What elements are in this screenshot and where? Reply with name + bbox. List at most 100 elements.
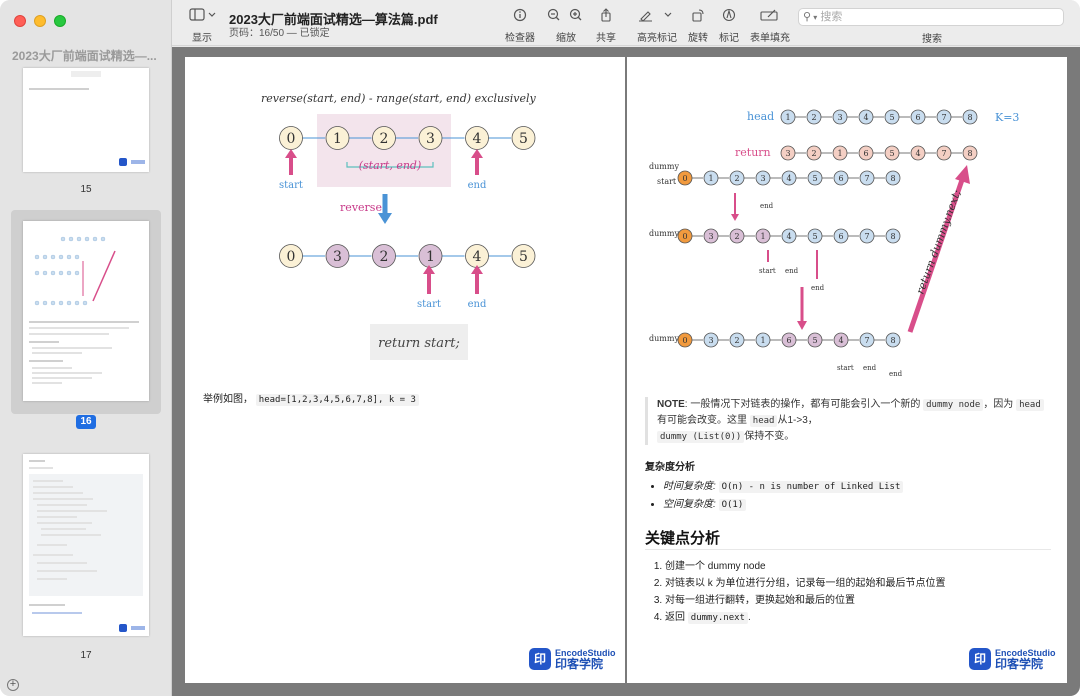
node-value: 4	[786, 174, 791, 183]
row-2: 0 3 2 1 4 5 6 7 8	[677, 228, 901, 244]
end-label-3r: end	[811, 284, 825, 292]
list-item: 空间复杂度: O(1)	[663, 496, 903, 514]
node-value: 3	[708, 232, 713, 241]
list-item: 返回 dummy.next.	[665, 609, 946, 627]
key-points-title: 关键点分析	[645, 530, 721, 547]
node-value: 2	[734, 336, 739, 345]
node-value: 5	[812, 174, 817, 183]
inspector-button[interactable]: 检查器	[505, 8, 535, 44]
thumbnail-page-16[interactable]	[23, 221, 149, 401]
thumbnail-sidebar: 2023大厂前端面试精选—... 15 16 17 +	[0, 0, 172, 696]
rotate-button[interactable]: 旋转	[688, 8, 708, 44]
head-label: head	[747, 110, 774, 123]
bottom-list: 0 3 2 1 4 5	[279, 244, 536, 268]
node-value: 4	[915, 149, 920, 158]
range-highlight	[317, 114, 451, 187]
example-line: 举例如图， head=[1,2,3,4,5,6,7,8], k = 3	[203, 392, 419, 408]
divider	[645, 549, 1051, 550]
key-points-list: 创建一个 dummy node 对链表以 k 为单位进行分组，记录每一组的起始和…	[649, 558, 946, 627]
thumbnail-diagram	[34, 236, 116, 306]
node-value: 5	[889, 149, 894, 158]
close-button[interactable]	[14, 15, 26, 27]
node-value: 7	[864, 232, 869, 241]
node-value: 1	[426, 249, 435, 265]
maximize-button[interactable]	[54, 15, 66, 27]
node-value: 5	[519, 249, 528, 265]
start-label-2r: start	[759, 267, 776, 275]
node-value: 3	[837, 113, 842, 122]
node-value: 8	[890, 174, 895, 183]
start-label-1: start	[657, 177, 677, 186]
node-value: 0	[682, 232, 687, 241]
node-value: 7	[941, 149, 946, 158]
pen-icon	[639, 11, 652, 22]
node-value: 2	[380, 131, 389, 147]
node-value: 3	[333, 249, 342, 265]
document-subtitle: 页码：16/50 — 已锁定	[229, 28, 330, 39]
node-value: 6	[786, 336, 791, 345]
node-value: 0	[682, 336, 687, 345]
node-value: 8	[967, 113, 972, 122]
node-value: 6	[863, 149, 868, 158]
node-value: 6	[915, 113, 920, 122]
note-block: NOTE: 一般情况下对链表的操作，都有可能会引入一个新的 dummy node…	[645, 397, 1053, 445]
head-row: 1 2 3 4 5 6 7 8	[780, 109, 978, 125]
node-value: 1	[837, 149, 842, 158]
start-label-3: start	[837, 364, 854, 372]
node-value: 5	[812, 336, 817, 345]
k-group-diagram: head K=3 12345678 return 32165478 dummy …	[649, 109, 1019, 378]
node-value: 3	[785, 149, 790, 158]
list-item: 时间复杂度: O(n) - n is number of Linked List	[663, 478, 904, 496]
brand-logo: 印 EncodeStudio 印客学院	[529, 648, 616, 670]
reverse-label: reverse	[340, 201, 382, 214]
start-label-2: start	[417, 299, 441, 310]
display-button[interactable]: 显示	[187, 8, 217, 44]
thumbnail-page-15[interactable]	[23, 68, 149, 172]
document-view[interactable]: reverse(start, end) - range(start, end) …	[172, 47, 1080, 696]
share-button[interactable]: 共享	[596, 8, 616, 44]
add-icon[interactable]: +	[7, 679, 19, 691]
complexity-title: 复杂度分析	[645, 462, 695, 473]
zoom-button[interactable]: 缩放	[546, 8, 586, 44]
return-label: return start;	[378, 336, 460, 351]
thumbnail-label: 17	[80, 650, 92, 661]
node-value: 6	[838, 232, 843, 241]
minimize-button[interactable]	[34, 15, 46, 27]
node-value: 0	[287, 131, 296, 147]
node-value: 2	[380, 249, 389, 265]
form-fill-button[interactable]: 表单填充	[750, 8, 790, 44]
node-value: 2	[734, 174, 739, 183]
node-value: 5	[889, 113, 894, 122]
node-value: 1	[708, 174, 713, 183]
page-16-right: head K=3 12345678 return 32165478 dummy …	[627, 57, 1067, 683]
node-value: 4	[473, 249, 482, 265]
list-item: 对每一组进行翻转，更换起始和最后的位置	[665, 592, 946, 609]
end-label-5: end	[889, 370, 903, 378]
thumbnail-label: 15	[80, 184, 92, 195]
info-icon	[505, 8, 535, 27]
thumbnail-page-17[interactable]	[23, 454, 149, 636]
row-3: 0 3 2 1 6 5 4 7 8	[677, 332, 901, 348]
node-value: 4	[473, 131, 482, 147]
node-value: 1	[785, 113, 790, 122]
return-row: 3 2 1 6 5 4 7 8	[780, 145, 978, 161]
start-label: start	[279, 180, 303, 191]
node-value: 3	[426, 131, 435, 147]
node-value: 1	[333, 131, 342, 147]
page-16-left: reverse(start, end) - range(start, end) …	[185, 57, 625, 683]
node-value: 2	[811, 149, 816, 158]
node-value: 4	[838, 336, 843, 345]
share-icon	[596, 8, 616, 27]
dummy-label-2: dummy	[649, 229, 679, 238]
search-icon: ⚲	[803, 11, 812, 23]
dummy-label-3: dummy	[649, 334, 679, 343]
markup-button[interactable]: 标记	[719, 8, 739, 44]
node-value: 2	[811, 113, 816, 122]
window-controls	[14, 15, 66, 27]
node-value: 3	[760, 174, 765, 183]
highlight-button[interactable]: 高亮标记	[637, 8, 677, 44]
node-value: 3	[708, 336, 713, 345]
search-input[interactable]: ⚲ ▾ 搜索	[798, 8, 1064, 26]
node-value: 2	[734, 232, 739, 241]
end-label: end	[468, 180, 487, 191]
